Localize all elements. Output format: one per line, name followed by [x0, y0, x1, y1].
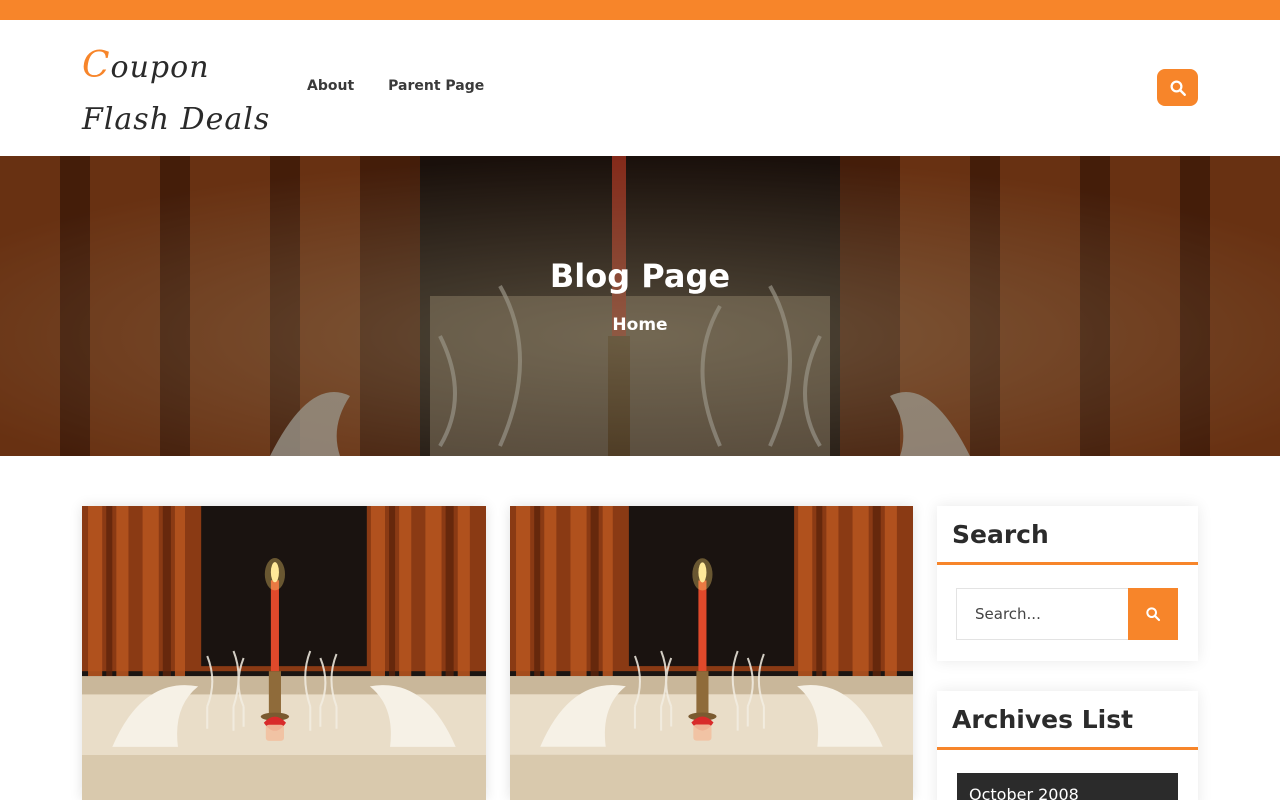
nav-item-parent-page[interactable]: Parent Page	[388, 78, 484, 94]
search-widget: Search	[937, 506, 1198, 661]
header-search-button[interactable]	[1157, 69, 1198, 106]
widget-divider	[937, 747, 1198, 750]
logo-text: oupon Flash Deals	[82, 50, 271, 137]
archives-widget-title: Archives List	[952, 705, 1134, 734]
archive-link[interactable]: October 2008	[957, 773, 1178, 800]
page-title: Blog Page	[549, 257, 731, 295]
search-widget-title: Search	[952, 520, 1049, 549]
nav-item-about[interactable]: About	[307, 78, 354, 94]
search-icon	[1170, 80, 1186, 96]
site-header: Coupon Flash Deals About Parent Page	[0, 20, 1280, 156]
site-logo[interactable]: Coupon Flash Deals	[82, 40, 282, 146]
post-card[interactable]	[510, 506, 913, 800]
search-submit-button[interactable]	[1128, 588, 1178, 640]
post-card[interactable]	[82, 506, 486, 800]
logo-first-letter: C	[82, 45, 111, 86]
page-banner: Blog Page Home	[0, 156, 1280, 456]
top-accent-bar	[0, 0, 1280, 20]
search-input[interactable]	[956, 588, 1128, 640]
archives-widget: Archives List October 2008	[937, 691, 1198, 800]
search-icon	[1146, 607, 1161, 622]
post-thumbnail[interactable]	[82, 506, 486, 800]
post-thumbnail[interactable]	[510, 506, 913, 800]
banner-overlay	[0, 156, 1280, 456]
widget-divider	[937, 562, 1198, 565]
main-nav: About Parent Page	[307, 78, 484, 94]
breadcrumb-home[interactable]: Home	[0, 315, 1280, 335]
